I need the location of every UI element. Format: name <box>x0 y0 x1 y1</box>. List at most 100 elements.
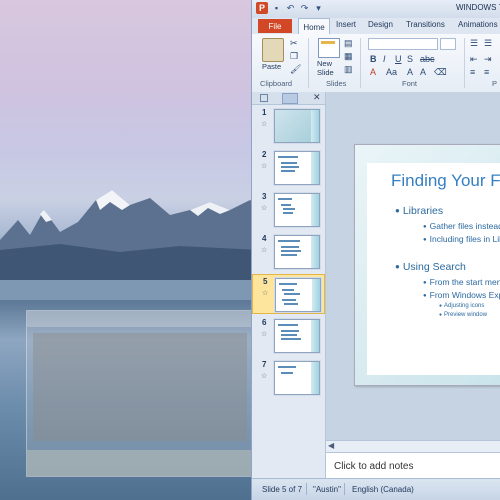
copy-icon[interactable]: ❐ <box>290 51 298 62</box>
notes-pane[interactable]: Click to add notes <box>326 452 500 479</box>
bullet-level-1[interactable]: ● Using Search <box>395 261 466 273</box>
slide-thumbnail[interactable] <box>274 109 320 143</box>
slide-thumbnail-row[interactable]: 2 ☆ <box>252 148 325 188</box>
tab-transitions[interactable]: Transitions <box>406 20 445 29</box>
ghost-controls <box>27 450 253 476</box>
slide-thumbnail-row[interactable]: 4 ☆ <box>252 232 325 272</box>
font-size-dropdown[interactable] <box>440 38 456 50</box>
theme-name-status[interactable]: "Austin" <box>313 485 341 494</box>
title-bar: P ▪ ↶ ↷ ▾ WINDOWS 7 <box>252 0 500 18</box>
bullet-level-1[interactable]: ● Libraries <box>395 205 443 217</box>
status-separator <box>306 483 307 495</box>
outline-tab-icon[interactable] <box>282 93 298 104</box>
slide-thumbnail[interactable] <box>274 319 320 353</box>
change-case-icon[interactable]: Aa <box>386 67 397 77</box>
slide-editing-area: Finding Your F ● Libraries ● Gather files … <box>326 92 500 452</box>
font-group-label: Font <box>402 79 418 88</box>
new-slide-button-label[interactable]: New Slide <box>317 59 334 77</box>
slide-thumbnail[interactable] <box>275 278 321 312</box>
numbering-icon[interactable]: ☰ <box>484 38 492 49</box>
slide-thumbnail[interactable] <box>274 235 320 269</box>
slides-group-label: Slides <box>326 79 347 88</box>
slide-number: 5 <box>263 277 268 286</box>
status-separator <box>344 483 345 495</box>
transition-star-icon: ☆ <box>261 205 268 212</box>
slide-thumbnail-row[interactable]: 1 ☆ <box>252 106 325 146</box>
paste-icon[interactable] <box>262 38 284 62</box>
section-icon[interactable]: ▥ <box>344 64 353 75</box>
transition-star-icon: ☆ <box>261 163 268 170</box>
bullet-level-3[interactable]: ● Adjusting icons <box>439 303 484 309</box>
tab-insert[interactable]: Insert <box>336 20 356 29</box>
bullet-level-2[interactable]: ● Including files in Libr <box>423 234 500 244</box>
bold-icon[interactable]: B <box>370 54 377 64</box>
powerpoint-window: P ▪ ↶ ↷ ▾ WINDOWS 7 File Home Insert Des… <box>251 0 500 500</box>
window-title: WINDOWS 7 <box>456 3 500 12</box>
save-icon[interactable]: ▪ <box>271 3 282 14</box>
font-name-dropdown[interactable] <box>368 38 438 50</box>
pane-header: ✕ <box>252 92 325 105</box>
ghost-toolbar <box>27 311 253 327</box>
tab-design[interactable]: Design <box>368 20 393 29</box>
ribbon-tabs: File Home Insert Design Transitions Anim… <box>252 18 500 35</box>
align-left-icon[interactable]: ≡ <box>470 67 475 77</box>
notes-placeholder[interactable]: Click to add notes <box>334 461 414 472</box>
bullet-level-2[interactable]: ● From the start menu <box>423 277 500 287</box>
slide-thumbnail-row-selected[interactable]: 5 ☆ <box>252 274 325 314</box>
grow-font-icon[interactable]: A <box>407 67 413 77</box>
slide-thumbnail-row[interactable]: 3 ☆ <box>252 190 325 230</box>
tab-home[interactable]: Home <box>298 18 330 35</box>
current-slide[interactable]: Finding Your F ● Libraries ● Gather files … <box>354 144 500 386</box>
italic-icon[interactable]: I <box>383 54 386 64</box>
bullets-icon[interactable]: ☰ <box>470 38 478 49</box>
paste-button-label[interactable]: Paste <box>262 62 281 71</box>
layout-icon[interactable]: ▤ <box>344 38 353 49</box>
transition-star-icon: ☆ <box>261 373 268 380</box>
strikethrough-icon[interactable]: abc <box>420 54 435 64</box>
bullet-level-2[interactable]: ● Gather files instead <box>423 221 500 231</box>
underline-icon[interactable]: U <box>395 54 402 64</box>
slides-tab-icon[interactable] <box>260 94 268 102</box>
background-window-ghost <box>26 310 254 477</box>
slide-thumbnail-row[interactable]: 6 ☆ <box>252 316 325 356</box>
font-color-icon[interactable]: A <box>370 67 376 77</box>
bullet-level-2[interactable]: ●From Windows Explo <box>423 290 500 300</box>
slide-thumbnail[interactable] <box>274 361 320 395</box>
language-status[interactable]: English (Canada) <box>352 485 414 494</box>
bullet-level-3[interactable]: ● Preview window <box>439 312 487 318</box>
align-center-icon[interactable]: ≡ <box>484 67 489 77</box>
transition-star-icon: ☆ <box>262 290 269 297</box>
powerpoint-logo-icon[interactable]: P <box>256 2 268 14</box>
slide-thumbnail[interactable] <box>274 151 320 185</box>
reset-icon[interactable]: ▦ <box>344 51 353 62</box>
shrink-font-icon[interactable]: A <box>420 67 426 77</box>
scroll-left-icon[interactable]: ◀ <box>328 441 334 450</box>
close-icon[interactable]: ✕ <box>313 92 321 103</box>
tab-file[interactable]: File <box>258 19 292 33</box>
horizontal-scrollbar[interactable]: ◀ <box>326 440 500 452</box>
clipboard-group-label: Clipboard <box>260 79 293 88</box>
mountain-landscape <box>0 190 260 300</box>
slide-thumbnail[interactable] <box>274 193 320 227</box>
format-painter-icon[interactable]: 🖌 <box>290 64 301 75</box>
slide-content-area[interactable]: Finding Your F ● Libraries ● Gather files … <box>367 163 500 375</box>
clear-formatting-icon[interactable]: ⌫ <box>434 67 447 78</box>
slides-thumbnail-pane: ✕ 1 ☆ 2 ☆ 3 ☆ 4 ☆ 5 ☆ 6 ☆ 7 ☆ <box>252 92 326 478</box>
new-slide-icon[interactable] <box>318 38 340 58</box>
redo-icon[interactable]: ↷ <box>299 3 310 14</box>
slide-title[interactable]: Finding Your F <box>391 171 500 191</box>
cut-icon[interactable]: ✂ <box>290 38 298 49</box>
increase-indent-icon[interactable]: ⇥ <box>484 54 492 65</box>
paragraph-group-label: P <box>492 79 498 88</box>
ribbon-separator <box>308 38 309 88</box>
customize-qat-icon[interactable]: ▾ <box>313 3 324 14</box>
quick-access-toolbar: P ▪ ↶ ↷ ▾ <box>256 2 324 14</box>
decrease-indent-icon[interactable]: ⇤ <box>470 54 478 65</box>
slide-number: 7 <box>262 360 267 369</box>
slide-thumbnail-row[interactable]: 7 ☆ <box>252 358 325 398</box>
undo-icon[interactable]: ↶ <box>285 3 296 14</box>
shadow-icon[interactable]: S <box>407 54 413 64</box>
transition-star-icon: ☆ <box>261 331 268 338</box>
tab-animations[interactable]: Animations <box>458 20 498 29</box>
ribbon-separator <box>464 38 465 88</box>
